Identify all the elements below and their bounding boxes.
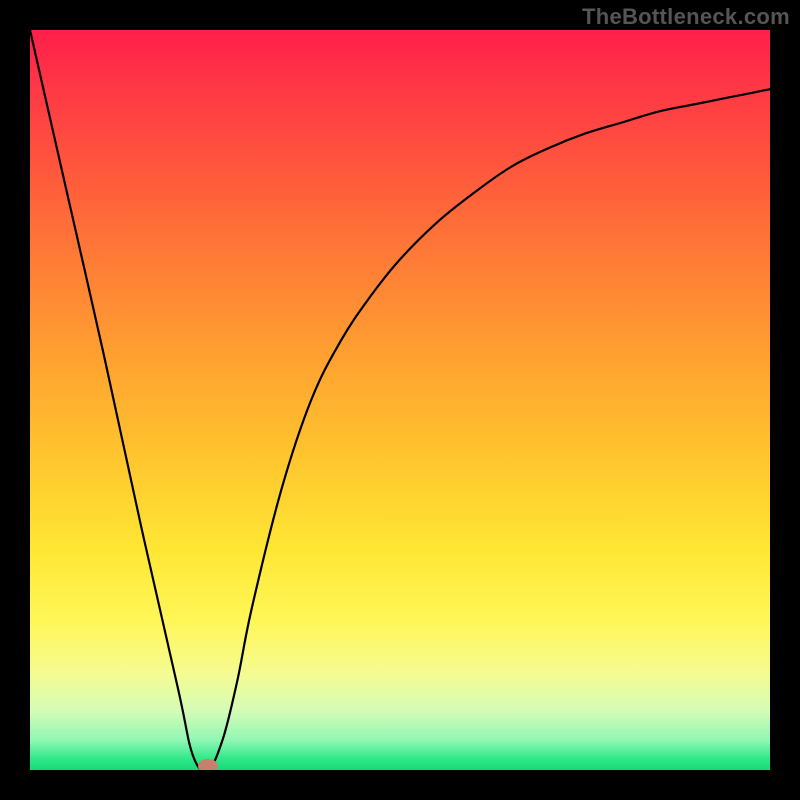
curve-svg: [30, 30, 770, 770]
watermark-text: TheBottleneck.com: [582, 4, 790, 30]
bottleneck-curve: [30, 30, 770, 770]
optimum-marker: [198, 759, 218, 770]
plot-area: [30, 30, 770, 770]
chart-frame: TheBottleneck.com: [0, 0, 800, 800]
